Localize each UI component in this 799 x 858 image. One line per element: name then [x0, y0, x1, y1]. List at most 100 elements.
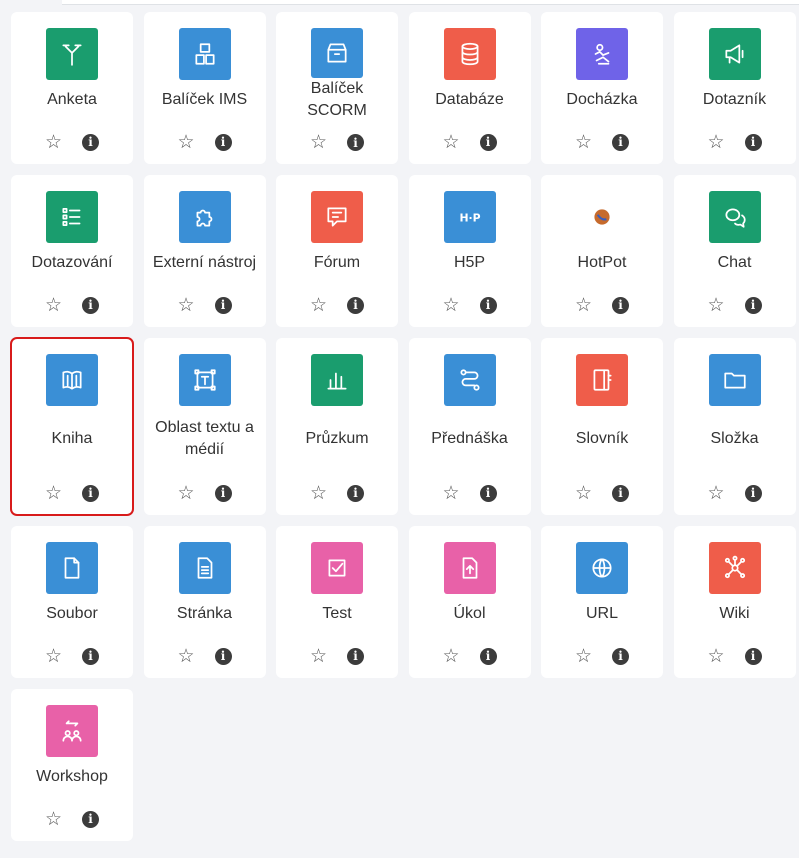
star-icon[interactable]: ☆: [45, 133, 62, 152]
info-icon[interactable]: i: [744, 296, 762, 314]
star-icon[interactable]: ☆: [442, 647, 459, 666]
activity-card-stranka[interactable]: Stránka ☆ i: [143, 526, 266, 678]
info-icon[interactable]: i: [479, 484, 497, 502]
activity-name[interactable]: Kniha: [48, 406, 97, 471]
activity-name[interactable]: Wiki: [715, 594, 753, 634]
activity-name[interactable]: Databáze: [431, 80, 508, 120]
activity-card-kniha[interactable]: Kniha ☆ i: [10, 337, 134, 516]
star-icon[interactable]: ☆: [177, 647, 194, 666]
activity-name[interactable]: Dotazník: [699, 80, 770, 120]
info-icon[interactable]: i: [347, 484, 365, 502]
activity-card-dotaznik[interactable]: Dotazník ☆ i: [673, 12, 796, 164]
activity-name[interactable]: URL: [582, 594, 622, 634]
info-icon[interactable]: i: [612, 296, 630, 314]
activity-card-prednaska[interactable]: Přednáška ☆ i: [408, 338, 531, 515]
star-icon[interactable]: ☆: [442, 484, 459, 503]
star-icon[interactable]: ☆: [45, 810, 62, 829]
activity-name[interactable]: Anketa: [43, 80, 101, 120]
star-icon[interactable]: ☆: [45, 484, 62, 503]
activity-name[interactable]: Workshop: [32, 757, 112, 797]
info-icon[interactable]: i: [214, 647, 232, 665]
activity-card-balicek-ims[interactable]: Balíček IMS ☆ i: [143, 12, 266, 164]
activity-name[interactable]: Dotazování: [28, 243, 117, 283]
activity-name[interactable]: Balíček IMS: [158, 80, 251, 120]
info-icon[interactable]: i: [347, 134, 365, 152]
info-icon[interactable]: i: [612, 484, 630, 502]
star-icon[interactable]: ☆: [707, 647, 724, 666]
info-icon[interactable]: i: [612, 647, 630, 665]
activity-card-dotazovani[interactable]: Dotazování ☆ i: [11, 175, 133, 327]
activity-card-soubor[interactable]: Soubor ☆ i: [11, 526, 133, 678]
activity-card-oblast-textu[interactable]: Oblast textu a médií ☆ i: [143, 338, 266, 515]
activity-card-url[interactable]: URL ☆ i: [541, 526, 663, 678]
activity-name[interactable]: Docházka: [562, 80, 641, 120]
star-icon[interactable]: ☆: [310, 133, 327, 152]
info-icon[interactable]: i: [744, 133, 762, 151]
activity-card-hotpot[interactable]: HotPot ☆ i: [541, 175, 663, 327]
star-icon[interactable]: ☆: [310, 296, 327, 315]
activity-card-slovnik[interactable]: Slovník ☆ i: [541, 338, 663, 515]
info-icon[interactable]: i: [214, 133, 232, 151]
activity-name[interactable]: Úkol: [449, 594, 489, 634]
activity-name[interactable]: Slovník: [572, 406, 632, 471]
activity-name[interactable]: Složka: [706, 406, 762, 471]
activity-card-forum[interactable]: Fórum ☆ i: [276, 175, 398, 327]
activity-card-ukol[interactable]: Úkol ☆ i: [408, 526, 531, 678]
activity-card-test[interactable]: Test ☆ i: [276, 526, 398, 678]
activity-card-balicek-scorm[interactable]: Balíček SCORM ☆ i: [276, 12, 398, 164]
info-icon[interactable]: i: [214, 296, 232, 314]
star-icon[interactable]: ☆: [310, 647, 327, 666]
activity-card-pruzkum[interactable]: Průzkum ☆ i: [276, 338, 398, 515]
star-icon[interactable]: ☆: [575, 296, 592, 315]
activity-name[interactable]: Přednáška: [427, 406, 512, 471]
activity-card-slozka[interactable]: Složka ☆ i: [673, 338, 796, 515]
activity-name[interactable]: Soubor: [42, 594, 102, 634]
star-icon[interactable]: ☆: [310, 484, 327, 503]
activity-name[interactable]: Průzkum: [301, 406, 372, 471]
info-icon[interactable]: i: [479, 647, 497, 665]
activity-name[interactable]: Fórum: [310, 243, 364, 283]
info-icon[interactable]: i: [82, 133, 100, 151]
star-icon[interactable]: ☆: [442, 133, 459, 152]
activity-name[interactable]: HotPot: [574, 243, 631, 283]
info-icon[interactable]: i: [744, 484, 762, 502]
activity-name[interactable]: Stránka: [173, 594, 236, 634]
activity-card-databaze[interactable]: Databáze ☆ i: [408, 12, 531, 164]
info-icon[interactable]: i: [82, 647, 100, 665]
activity-name[interactable]: Externí nástroj: [149, 243, 260, 283]
star-icon[interactable]: ☆: [707, 133, 724, 152]
info-icon[interactable]: i: [612, 133, 630, 151]
activity-card-externi-nastroj[interactable]: Externí nástroj ☆ i: [143, 175, 266, 327]
activity-card-h5p[interactable]: H·P H5P ☆ i: [408, 175, 531, 327]
info-icon[interactable]: i: [82, 810, 100, 828]
activity-name[interactable]: Test: [318, 594, 355, 634]
info-icon[interactable]: i: [479, 296, 497, 314]
activity-card-anketa[interactable]: Anketa ☆ i: [11, 12, 133, 164]
star-icon[interactable]: ☆: [45, 296, 62, 315]
activity-card-chat[interactable]: Chat ☆ i: [673, 175, 796, 327]
star-icon[interactable]: ☆: [177, 296, 194, 315]
star-icon[interactable]: ☆: [575, 133, 592, 152]
info-icon[interactable]: i: [744, 647, 762, 665]
star-icon[interactable]: ☆: [177, 484, 194, 503]
star-icon[interactable]: ☆: [575, 647, 592, 666]
activity-card-wiki[interactable]: Wiki ☆ i: [673, 526, 796, 678]
info-icon[interactable]: i: [347, 296, 365, 314]
activity-name[interactable]: Balíček SCORM: [276, 78, 398, 121]
info-icon[interactable]: i: [479, 133, 497, 151]
star-icon[interactable]: ☆: [177, 133, 194, 152]
activity-card-dochazka[interactable]: Docházka ☆ i: [541, 12, 663, 164]
star-icon[interactable]: ☆: [707, 296, 724, 315]
activity-card-workshop[interactable]: Workshop ☆ i: [11, 689, 133, 841]
star-icon[interactable]: ☆: [45, 647, 62, 666]
info-icon[interactable]: i: [82, 296, 100, 314]
star-icon[interactable]: ☆: [575, 484, 592, 503]
info-icon[interactable]: i: [214, 484, 232, 502]
activity-name[interactable]: Chat: [714, 243, 756, 283]
activity-name[interactable]: H5P: [450, 243, 489, 283]
star-icon[interactable]: ☆: [442, 296, 459, 315]
star-icon[interactable]: ☆: [707, 484, 724, 503]
info-icon[interactable]: i: [347, 647, 365, 665]
activity-name[interactable]: Oblast textu a médií: [144, 406, 266, 471]
info-icon[interactable]: i: [82, 484, 100, 502]
